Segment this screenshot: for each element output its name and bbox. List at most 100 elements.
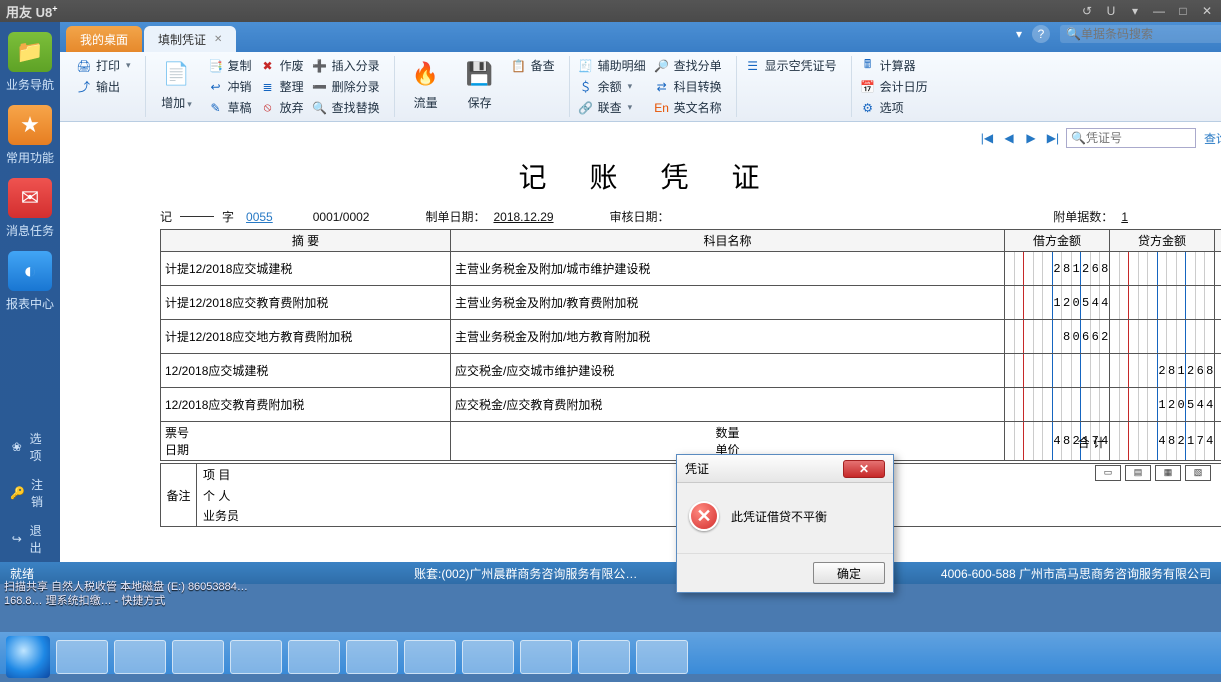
cell-credit[interactable]: 120544	[1110, 388, 1215, 422]
first-button[interactable]: |◀	[978, 129, 996, 147]
cell-summary[interactable]: 计提12/2018应交城建税	[161, 252, 451, 286]
sys-nav-0[interactable]: ❀选项	[0, 424, 60, 470]
cell-summary[interactable]: 12/2018应交教育费附加税	[161, 388, 451, 422]
cell-subject[interactable]: 主营业务税金及附加/教育费附加税	[451, 286, 1005, 320]
english-name-button[interactable]: En英文名称	[652, 98, 724, 117]
task-app[interactable]	[462, 640, 514, 674]
task-app[interactable]	[404, 640, 456, 674]
dropdown-icon[interactable]: ▾	[1127, 4, 1143, 18]
cell-credit[interactable]	[1110, 320, 1215, 354]
save-button[interactable]: 💾保存	[455, 56, 505, 111]
link-query-button[interactable]: 🔗联查	[576, 98, 648, 117]
next-button[interactable]: ▶	[1022, 129, 1040, 147]
cell-debit[interactable]	[1005, 354, 1110, 388]
calculator-button[interactable]: 🖩计算器	[858, 56, 930, 75]
sys-nav-1[interactable]: 🔑注销	[0, 470, 60, 516]
barcode-search-input[interactable]	[1081, 27, 1211, 41]
show-empty-button[interactable]: ☰显示空凭证号	[743, 56, 839, 75]
cell-summary[interactable]: 计提12/2018应交地方教育费附加税	[161, 320, 451, 354]
grid-row[interactable]: 12/2018应交教育费附加税 应交税金/应交教育费附加税 120544	[161, 388, 1221, 422]
insert-entry-button[interactable]: ➕插入分录	[310, 56, 382, 75]
tab-close-icon[interactable]: ✕	[214, 34, 222, 45]
cell-debit[interactable]	[1005, 388, 1110, 422]
output-button[interactable]: ⤴输出	[74, 77, 133, 96]
cell-summary[interactable]: 12/2018应交城建税	[161, 354, 451, 388]
footer-icon-3[interactable]: ▦	[1155, 465, 1181, 481]
left-nav-1[interactable]: ★常用功能	[0, 105, 60, 166]
voucher-seq[interactable]: 0055	[242, 210, 277, 224]
left-nav-2[interactable]: ✉消息任务	[0, 178, 60, 239]
grid-row[interactable]: 计提12/2018应交教育费附加税 主营业务税金及附加/教育费附加税 12054…	[161, 286, 1221, 320]
aux-detail-button[interactable]: 🧾辅助明细	[576, 56, 648, 75]
flow-button[interactable]: 🔥流量	[401, 56, 451, 111]
subject-convert-button[interactable]: ⇄科目转换	[652, 77, 724, 96]
find-split-button[interactable]: 🔎查找分单	[652, 56, 724, 75]
task-app[interactable]	[172, 640, 224, 674]
help-icon[interactable]: ?	[1032, 25, 1050, 43]
u-icon[interactable]: U	[1103, 4, 1119, 18]
footer-icon-1[interactable]: ▭	[1095, 465, 1121, 481]
balance-button[interactable]: ＄余额	[576, 77, 648, 96]
grid-row[interactable]: 12/2018应交城建税 应交税金/应交城市维护建设税 281268	[161, 354, 1221, 388]
flush-button[interactable]: ↩冲销	[206, 77, 254, 96]
voucher-no-box[interactable]: 🔍	[1066, 128, 1196, 148]
cell-debit[interactable]: 80662	[1005, 320, 1110, 354]
cell-debit[interactable]: 120544	[1005, 286, 1110, 320]
cell-subject[interactable]: 主营业务税金及附加/城市维护建设税	[451, 252, 1005, 286]
calendar-button[interactable]: 📅会计日历	[858, 77, 930, 96]
task-app[interactable]	[114, 640, 166, 674]
query-link[interactable]: 查询	[1204, 130, 1221, 147]
abandon-button[interactable]: ⦸放弃	[258, 98, 306, 117]
cell-debit[interactable]: 281268	[1005, 252, 1110, 286]
void-button[interactable]: ✖作废	[258, 56, 306, 75]
find-replace-button[interactable]: 🔍查找替换	[310, 98, 382, 117]
task-app[interactable]	[578, 640, 630, 674]
footer-icon-2[interactable]: ▤	[1125, 465, 1151, 481]
dialog-ok-button[interactable]: 确定	[813, 562, 885, 584]
last-button[interactable]: ▶|	[1044, 129, 1062, 147]
task-app[interactable]	[636, 640, 688, 674]
cell-credit[interactable]	[1110, 286, 1215, 320]
task-app[interactable]	[288, 640, 340, 674]
cell-credit[interactable]	[1110, 252, 1215, 286]
print-button[interactable]: 🖨打印	[74, 56, 133, 75]
delete-entry-button[interactable]: ➖删除分录	[310, 77, 382, 96]
copy-button[interactable]: 📑复制	[206, 56, 254, 75]
left-nav-0[interactable]: 📁业务导航	[0, 32, 60, 93]
voucher-no-input[interactable]	[1086, 131, 1182, 145]
draft-button[interactable]: ✎草稿	[206, 98, 254, 117]
options-button[interactable]: ⚙选项	[858, 98, 930, 117]
start-button[interactable]	[6, 636, 50, 678]
add-button[interactable]: 📄增加	[152, 56, 202, 111]
task-app[interactable]	[346, 640, 398, 674]
tab-dropdown-icon[interactable]: ▾	[1016, 27, 1022, 41]
tab-1[interactable]: 填制凭证✕	[144, 26, 236, 52]
task-app[interactable]	[230, 640, 282, 674]
task-app[interactable]	[56, 640, 108, 674]
attach-count[interactable]: 1	[1113, 210, 1136, 224]
window-controls: ↺ U ▾ — □ ✕	[1079, 4, 1215, 18]
cell-subject[interactable]: 应交税金/应交教育费附加税	[451, 388, 1005, 422]
footer-icon-4[interactable]: ▧	[1185, 465, 1211, 481]
grid-row[interactable]: 计提12/2018应交城建税 主营业务税金及附加/城市维护建设税 281268	[161, 252, 1221, 286]
sys-nav-2[interactable]: ↪退出	[0, 516, 60, 562]
check-button[interactable]: 📋备查	[509, 56, 557, 75]
make-date[interactable]: 2018.12.29	[493, 210, 553, 224]
maximize-icon[interactable]: □	[1175, 4, 1191, 18]
minimize-icon[interactable]: —	[1151, 4, 1167, 18]
barcode-search[interactable]: 🔍	[1060, 25, 1221, 43]
task-app[interactable]	[520, 640, 572, 674]
windows-taskbar[interactable]	[0, 632, 1221, 674]
cell-subject[interactable]: 主营业务税金及附加/地方教育附加税	[451, 320, 1005, 354]
cell-subject[interactable]: 应交税金/应交城市维护建设税	[451, 354, 1005, 388]
tidy-button[interactable]: ≣整理	[258, 77, 306, 96]
left-nav-3[interactable]: ◐报表中心	[0, 251, 60, 312]
dialog-close-icon[interactable]: ✕	[843, 460, 885, 478]
close-icon[interactable]: ✕	[1199, 4, 1215, 18]
tab-0[interactable]: 我的桌面	[66, 26, 142, 52]
cell-summary[interactable]: 计提12/2018应交教育费附加税	[161, 286, 451, 320]
prev-button[interactable]: ◀	[1000, 129, 1018, 147]
undo-icon[interactable]: ↺	[1079, 4, 1095, 18]
grid-row[interactable]: 计提12/2018应交地方教育费附加税 主营业务税金及附加/地方教育附加税 80…	[161, 320, 1221, 354]
cell-credit[interactable]: 281268	[1110, 354, 1215, 388]
